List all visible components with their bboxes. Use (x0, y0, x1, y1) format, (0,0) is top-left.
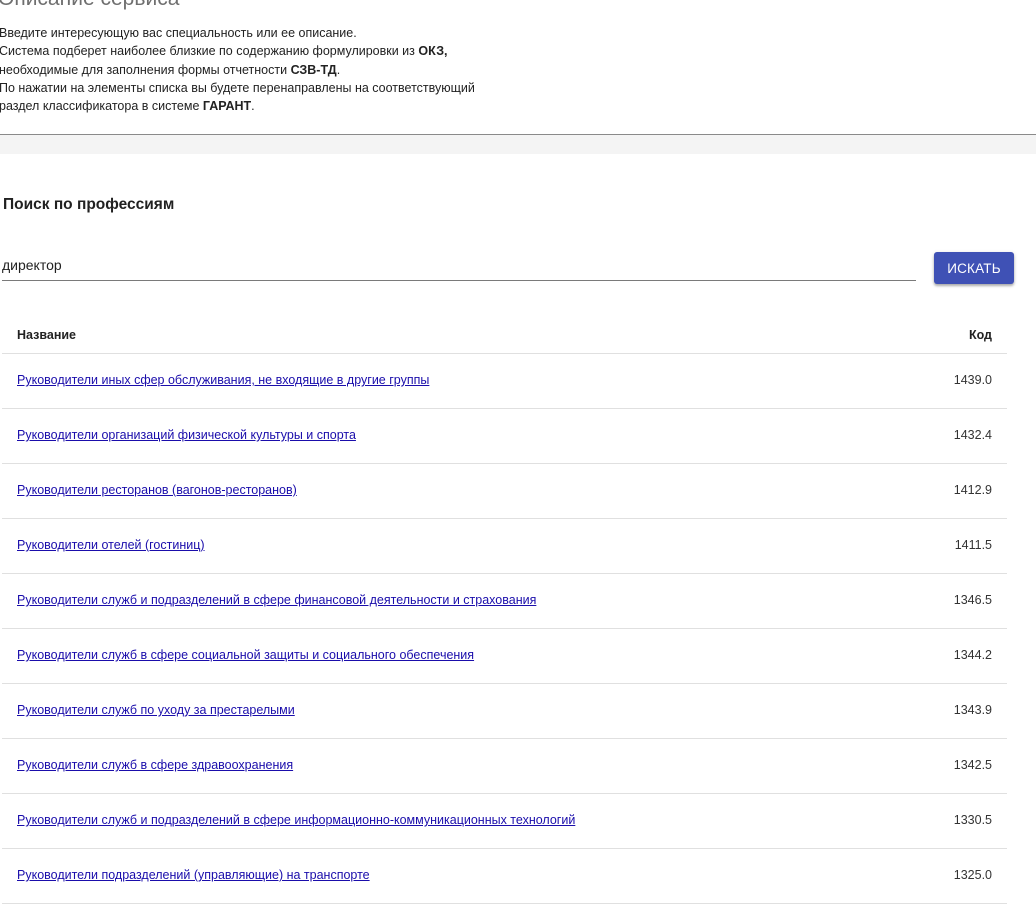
description-line: раздел классификатора в системе ГАРАНТ. (0, 97, 475, 115)
garant-term: ГАРАНТ (202, 99, 252, 114)
search-section-title: Поиск по профессиям (3, 196, 175, 213)
column-header-name[interactable]: Название (17, 328, 76, 342)
service-description: Описание сервиса Введите интересующую ва… (0, 0, 1036, 136)
profession-code: 1412.9 (953, 483, 992, 497)
profession-code: 1344.2 (953, 648, 992, 662)
description-text-part: Система подберет наиболее близкие по сод… (0, 44, 419, 59)
table-header: Название Код (2, 318, 1007, 354)
profession-link[interactable]: Руководители служб по уходу за престарел… (17, 703, 295, 717)
description-line: Система подберет наиболее близкие по сод… (0, 42, 475, 60)
description-line: Введите интересующую вас специальность и… (0, 26, 357, 40)
profession-code: 1439.0 (953, 373, 992, 387)
description-text-part: необходимые для заполнения формы отчетно… (0, 62, 291, 77)
profession-code: 1330.5 (953, 813, 992, 827)
description-line: По нажатии на элементы списка вы будете … (0, 80, 475, 95)
profession-link[interactable]: Руководители отелей (гостиниц) (17, 538, 205, 552)
profession-link[interactable]: Руководители служб и подразделений в сфе… (17, 813, 575, 827)
table-row: Руководители отелей (гостиниц) 1411.5 (2, 519, 1007, 574)
profession-code: 1411.5 (954, 538, 992, 552)
profession-code: 1346.5 (953, 593, 992, 607)
profession-code: 1325.0 (953, 868, 992, 882)
okz-term: ОКЗ, (418, 44, 448, 59)
table-row: Руководители служб в сфере социальной за… (2, 629, 1007, 684)
description-text-part: раздел классификатора в системе (0, 99, 203, 114)
description-text: Введите интересующую вас специальность и… (0, 24, 475, 115)
table-row: Руководители подразделений (управляющие)… (2, 849, 1007, 904)
table-row: Руководители ресторанов (вагонов-рестора… (2, 464, 1007, 519)
description-text-part: . (336, 62, 341, 77)
profession-code: 1342.5 (953, 758, 992, 772)
profession-link[interactable]: Руководители служб и подразделений в сфе… (17, 593, 536, 607)
table-row: Руководители служб в сфере здравоохранен… (2, 739, 1007, 794)
description-line: необходимые для заполнения формы отчетно… (0, 61, 475, 79)
profession-link[interactable]: Руководители подразделений (управляющие)… (17, 868, 370, 882)
section-separator-band (0, 135, 1036, 154)
profession-link[interactable]: Руководители ресторанов (вагонов-рестора… (17, 483, 297, 497)
profession-link[interactable]: Руководители служб в сфере социальной за… (17, 648, 474, 662)
table-row: Руководители служб и подразделений в сфе… (2, 794, 1007, 849)
szv-td-term: СЗВ-ТД (290, 62, 337, 77)
profession-link[interactable]: Руководители служб в сфере здравоохранен… (17, 758, 293, 772)
results-table: Название Код Руководители иных сфер обсл… (2, 318, 1007, 904)
table-row: Руководители служб по уходу за престарел… (2, 684, 1007, 739)
search-button[interactable]: ИСКАТЬ (934, 252, 1014, 284)
table-row: Руководители служб и подразделений в сфе… (2, 574, 1007, 629)
table-row: Руководители иных сфер обслуживания, не … (2, 354, 1007, 409)
column-header-code[interactable]: Код (969, 328, 992, 342)
search-input[interactable] (2, 254, 916, 281)
table-row: Руководители организаций физической куль… (2, 409, 1007, 464)
profession-code: 1432.4 (953, 428, 992, 442)
description-title: Описание сервиса (0, 0, 179, 11)
profession-code: 1343.9 (953, 703, 992, 717)
description-text-part: . (251, 99, 255, 114)
profession-link[interactable]: Руководители иных сфер обслуживания, не … (17, 373, 429, 387)
profession-link[interactable]: Руководители организаций физической куль… (17, 428, 356, 442)
